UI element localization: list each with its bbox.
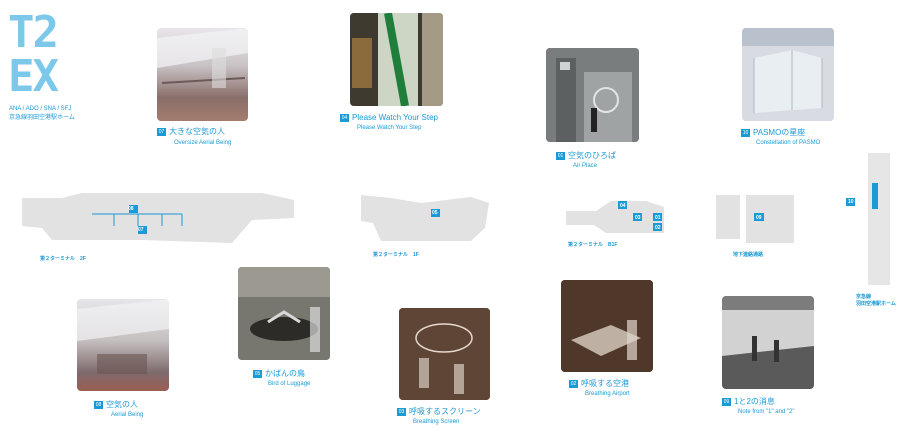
photo-please-watch-step (350, 13, 443, 106)
map-station-label: 京急線 羽田空港駅ホーム (856, 294, 896, 307)
photo-air-place (546, 48, 639, 142)
caption-08: 08 空気の人 (94, 400, 138, 409)
caption-09-sub: Note from "1" and "2" (738, 409, 795, 415)
map-2f-label: 第２ターミナル 2F (40, 256, 86, 262)
photo-breathing-airport (561, 280, 653, 372)
caption-02-sub: Breathing Airport (585, 391, 630, 397)
map-b1f (566, 201, 664, 233)
caption-08-sub: Aerial Being (111, 412, 144, 418)
marker-05: 05 (432, 210, 438, 216)
map-station (846, 153, 890, 285)
caption-04-sub: Please Watch Your Step (357, 125, 422, 131)
map-1f-label: 第２ターミナル 1F (373, 252, 419, 258)
photo-note-from-1-and-2 (722, 296, 814, 389)
photo-oversize-aerial-being (157, 28, 248, 121)
caption-01: 01 空気のひろば (556, 151, 616, 160)
caption-03-sub: Breathing Screen (413, 419, 460, 425)
photo-aerial-being (77, 299, 169, 391)
map-passage (716, 195, 794, 243)
logo-ex: EX (8, 51, 59, 102)
marker-03: 03 (635, 215, 641, 221)
photo-bird-of-luggage (238, 267, 330, 360)
map-1f (361, 195, 489, 241)
caption-09: 09 1と2の消息 (722, 397, 775, 406)
marker-09: 09 (756, 215, 762, 221)
marker-10: 10 (848, 199, 854, 205)
map-passage-label: 地下連絡通路 (733, 252, 764, 258)
map-b1f-label: 第２ターミナル B1F (568, 242, 618, 248)
caption-05: 05 かばんの鳥 (253, 369, 305, 378)
station-text: 京急線羽田空港駅ホーム (9, 115, 75, 121)
photo-breathing-screen (399, 308, 490, 400)
caption-03: 03 呼吸するスクリーン (397, 407, 481, 416)
caption-10-sub: Constellation of PASMO (756, 140, 821, 146)
marker-04: 04 (620, 203, 626, 209)
caption-05-sub: Bird of Luggage (268, 381, 311, 387)
photo-constellation-pasmo (742, 28, 834, 121)
marker-08: 08 (128, 206, 134, 212)
caption-01-sub: Air Place (573, 163, 598, 169)
marker-01: 01 (655, 215, 661, 221)
marker-07: 07 (138, 227, 144, 233)
map-2f (22, 193, 294, 243)
caption-04: 04 Please Watch Your Step (340, 113, 438, 122)
airlines-text: ANA / ADO / SNA / SFJ (9, 106, 72, 112)
caption-07-sub: Oversize Aerial Being (174, 140, 232, 146)
caption-07: 07 大きな空気の人 (157, 127, 225, 136)
caption-10: 10 PASMOの星座 (741, 128, 806, 137)
logo-t2: T2 (8, 7, 59, 58)
marker-02: 02 (655, 225, 661, 231)
caption-02: 02 呼吸する空港 (569, 379, 629, 388)
